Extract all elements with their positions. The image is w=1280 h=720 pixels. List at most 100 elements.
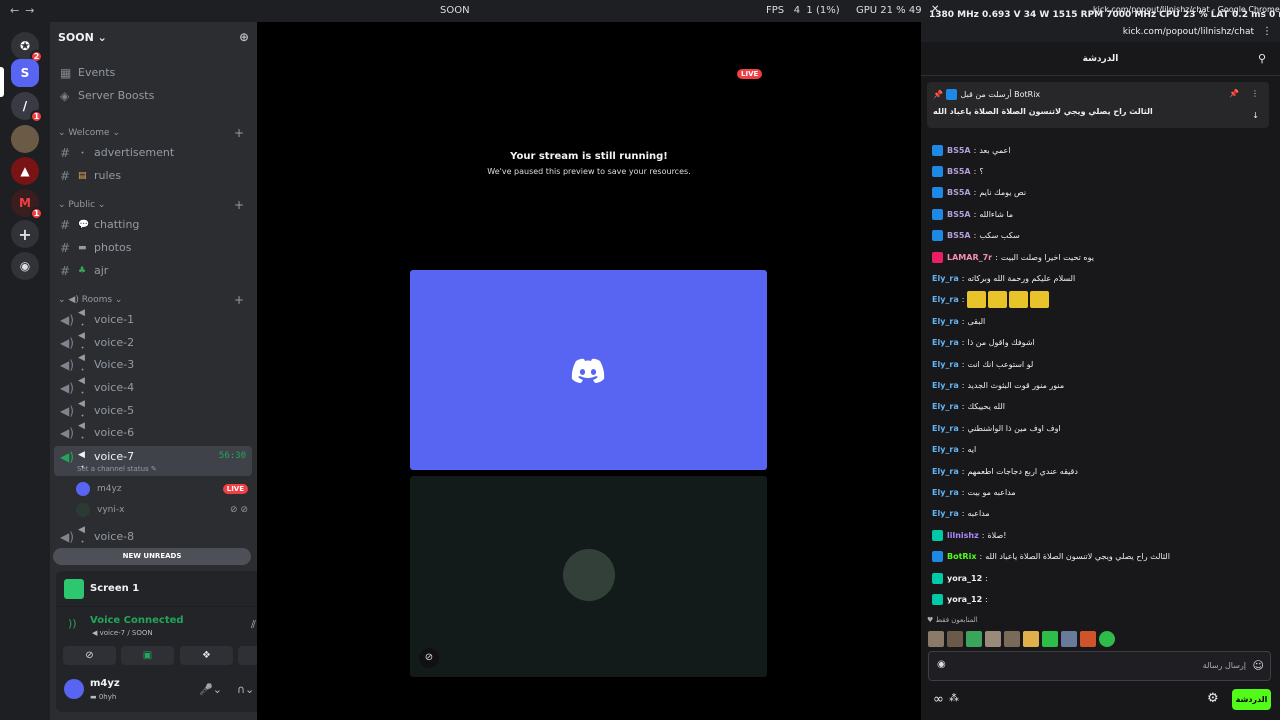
new-unreads-button[interactable]: NEW UNREADS: [53, 548, 251, 565]
channel-advertisement[interactable]: # ・ advertisement: [54, 142, 252, 163]
chat-username[interactable]: yora_12: [947, 574, 982, 583]
back-forward-arrows-icon[interactable]: ←→: [10, 4, 40, 17]
channel-status[interactable]: Set a channel status ✎: [77, 465, 157, 473]
stream-tile-user[interactable]: ⊘: [410, 476, 767, 677]
chat-username[interactable]: Ely_ra: [932, 295, 959, 304]
emote[interactable]: [928, 631, 944, 647]
share-screen-button[interactable]: ▣: [121, 646, 174, 665]
chat-username[interactable]: lilnishz: [947, 531, 979, 540]
chat-message[interactable]: Ely_ra:: [932, 291, 1262, 309]
chat-username[interactable]: Ely_ra: [932, 274, 959, 283]
chat-username[interactable]: Ely_ra: [932, 381, 959, 390]
channel-chatting[interactable]: # 💬 chatting: [54, 214, 252, 235]
chat-username[interactable]: yora_12: [947, 595, 982, 604]
chat-message[interactable]: Ely_ra: لو استوعب انك انت: [932, 355, 1262, 373]
chat-username[interactable]: Ely_ra: [932, 402, 959, 411]
more-icon[interactable]: ⋮: [1251, 89, 1259, 98]
points-icon[interactable]: ⁂: [949, 693, 959, 704]
chat-message[interactable]: BS5A: ما شاءالله: [932, 205, 1262, 223]
server-icon-3[interactable]: [11, 125, 39, 153]
chat-username[interactable]: BS5A: [947, 210, 971, 219]
activities-button[interactable]: ❖: [180, 646, 233, 665]
chat-username[interactable]: BotRix: [947, 552, 976, 561]
microphone-icon[interactable]: 🎤⌄: [199, 683, 222, 696]
connection-signal-icon[interactable]: )): [68, 617, 77, 630]
headphones-icon[interactable]: ∩⌄: [237, 683, 254, 696]
voice-channel-2[interactable]: ◀) ◀ ・ voice-2: [54, 331, 252, 354]
settings-gear-icon[interactable]: ⚙: [1207, 691, 1219, 706]
emote[interactable]: [988, 291, 1008, 309]
chat-username[interactable]: Ely_ra: [932, 509, 959, 518]
emote[interactable]: [1004, 631, 1020, 647]
chat-username[interactable]: Ely_ra: [932, 467, 959, 476]
menu-dots-icon[interactable]: ⋮: [1262, 26, 1272, 37]
voice-channel-5[interactable]: ◀) ◀ ・ voice-5: [54, 399, 252, 422]
home-discord-icon[interactable]: ✪ 2: [11, 32, 43, 63]
chat-username[interactable]: Ely_ra: [932, 317, 959, 326]
invite-people-icon[interactable]: ⊕: [239, 30, 249, 44]
channel-photos[interactable]: # ▬ photos: [54, 237, 252, 258]
channel-rules[interactable]: # ▤ rules: [54, 165, 252, 186]
server-soon[interactable]: S: [11, 59, 39, 87]
chat-message[interactable]: Ely_ra: اشوفك واقول من ذا: [932, 334, 1262, 352]
voice-channel-8[interactable]: ◀) ◀ ・ voice-8: [54, 525, 252, 548]
chat-message[interactable]: yora_12:: [932, 569, 1262, 587]
emote[interactable]: [1009, 291, 1029, 309]
emote[interactable]: [1061, 631, 1077, 647]
chat-username[interactable]: BS5A: [947, 231, 971, 240]
chat-username[interactable]: Ely_ra: [932, 424, 959, 433]
avatar[interactable]: [64, 679, 84, 699]
chat-message[interactable]: yora_12:: [932, 590, 1262, 608]
chat-message[interactable]: BotRix: الثالث راح يصلي ويجي لاتنسون الصل…: [932, 548, 1262, 566]
emoji-icon[interactable]: ☺: [1253, 659, 1264, 672]
chat-message[interactable]: Ely_ra: ايه: [932, 441, 1262, 459]
channel-ajr[interactable]: # ♣ ajr: [54, 260, 252, 281]
close-icon[interactable]: ✕: [931, 4, 939, 15]
emote[interactable]: [985, 631, 1001, 647]
infinity-icon[interactable]: ∞: [933, 692, 944, 707]
kick-shield-icon[interactable]: ◉: [937, 659, 946, 670]
chat-message[interactable]: Ely_ra: البقى: [932, 312, 1262, 330]
voice-channel-3[interactable]: ◀) ◀ ・ Voice-3: [54, 353, 252, 376]
chat-message[interactable]: BS5A: اعمي بعد: [932, 141, 1262, 159]
voice-user-vyni-x[interactable]: vyni-x ⊘ ⊘: [76, 500, 248, 520]
emote[interactable]: [1030, 291, 1050, 309]
users-icon[interactable]: ⚲: [1258, 42, 1266, 76]
chat-username[interactable]: BS5A: [947, 188, 971, 197]
chat-username[interactable]: LAMAR_7r: [947, 253, 992, 262]
pin-icon[interactable]: 📌: [1229, 89, 1239, 98]
chat-message[interactable]: BS5A: سكب سكب: [932, 227, 1262, 245]
chat-username[interactable]: Ely_ra: [932, 488, 959, 497]
emote[interactable]: [1080, 631, 1096, 647]
add-channel-icon[interactable]: +: [234, 293, 244, 307]
chat-username[interactable]: BS5A: [947, 146, 971, 155]
chat-message[interactable]: Ely_ra: مداعبه مو بيت: [932, 483, 1262, 501]
chat-input[interactable]: إرسال رسالة ☺ ◉: [928, 651, 1271, 681]
chat-message[interactable]: BS5A: ؟: [932, 162, 1262, 180]
voice-channel-1[interactable]: ◀) ◀ ・ voice-1: [54, 308, 252, 331]
voice-channel-6[interactable]: ◀) ◀ ・ voice-6: [54, 421, 252, 444]
chat-message[interactable]: Ely_ra: السلام عليكم ورحمة الله وبركاته: [932, 269, 1262, 287]
send-chat-button[interactable]: الدردشة: [1232, 689, 1271, 710]
chat-username[interactable]: Ely_ra: [932, 445, 959, 454]
chat-message[interactable]: LAMAR_7r: يوه تحيت اخيرا وصلت البيت: [932, 248, 1262, 266]
voice-connected-label[interactable]: Voice Connected: [90, 615, 184, 626]
chat-message[interactable]: Ely_ra: اوف اوف مين ذا الواشنطني: [932, 419, 1262, 437]
chat-message[interactable]: Ely_ra: دقيقه عندي اربع دجاجات اطعمهم: [932, 462, 1262, 480]
server-icon-2[interactable]: /1: [11, 92, 43, 123]
emote[interactable]: [966, 631, 982, 647]
chat-username[interactable]: Ely_ra: [932, 338, 959, 347]
camera-off-button[interactable]: ⊘: [63, 646, 116, 665]
add-channel-icon[interactable]: +: [234, 198, 244, 212]
emote[interactable]: [1099, 631, 1115, 647]
server-boosts-item[interactable]: ◈ Server Boosts: [54, 85, 252, 106]
events-item[interactable]: ▦ Events: [54, 62, 252, 83]
emote[interactable]: [947, 631, 963, 647]
chat-message[interactable]: Ely_ra: الله يحييكك: [932, 398, 1262, 416]
chat-message[interactable]: BS5A: نص يومك نايم: [932, 184, 1262, 202]
add-server-icon[interactable]: +: [11, 220, 39, 248]
stream-tile-discord[interactable]: [410, 270, 767, 470]
server-icon-5[interactable]: M1: [11, 189, 43, 220]
expand-icon[interactable]: ↓: [1252, 111, 1259, 120]
category-welcome[interactable]: ⌄ Welcome ⌄ +: [58, 126, 248, 140]
